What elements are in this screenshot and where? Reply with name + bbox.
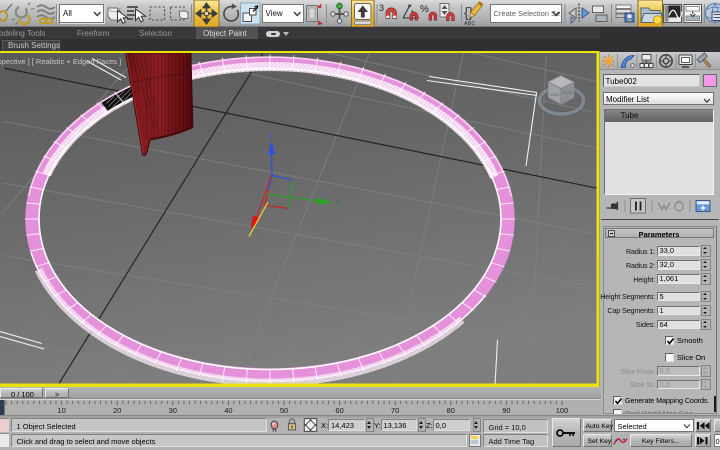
- svg-text:40: 40: [224, 406, 232, 415]
- svg-text:3: 3: [379, 3, 384, 13]
- svg-text:90: 90: [502, 406, 510, 415]
- svg-text:70: 70: [391, 406, 399, 415]
- svg-text:10: 10: [57, 406, 65, 415]
- svg-text:80: 80: [447, 406, 455, 415]
- svg-text:60: 60: [335, 406, 343, 415]
- svg-text:20: 20: [113, 406, 121, 415]
- svg-text:KNOT: KNOT: [550, 93, 561, 97]
- svg-text:z: z: [269, 132, 273, 139]
- svg-text:spective ] [ Realistic + Edged: spective ] [ Realistic + Edged Faces ]: [0, 57, 121, 66]
- svg-text:Y: Y: [335, 200, 340, 207]
- svg-text:%: %: [420, 4, 429, 15]
- svg-text:100: 100: [556, 406, 569, 415]
- svg-text:50: 50: [280, 406, 288, 415]
- svg-text:30: 30: [169, 406, 177, 415]
- svg-text:KNOT: KNOT: [563, 91, 574, 95]
